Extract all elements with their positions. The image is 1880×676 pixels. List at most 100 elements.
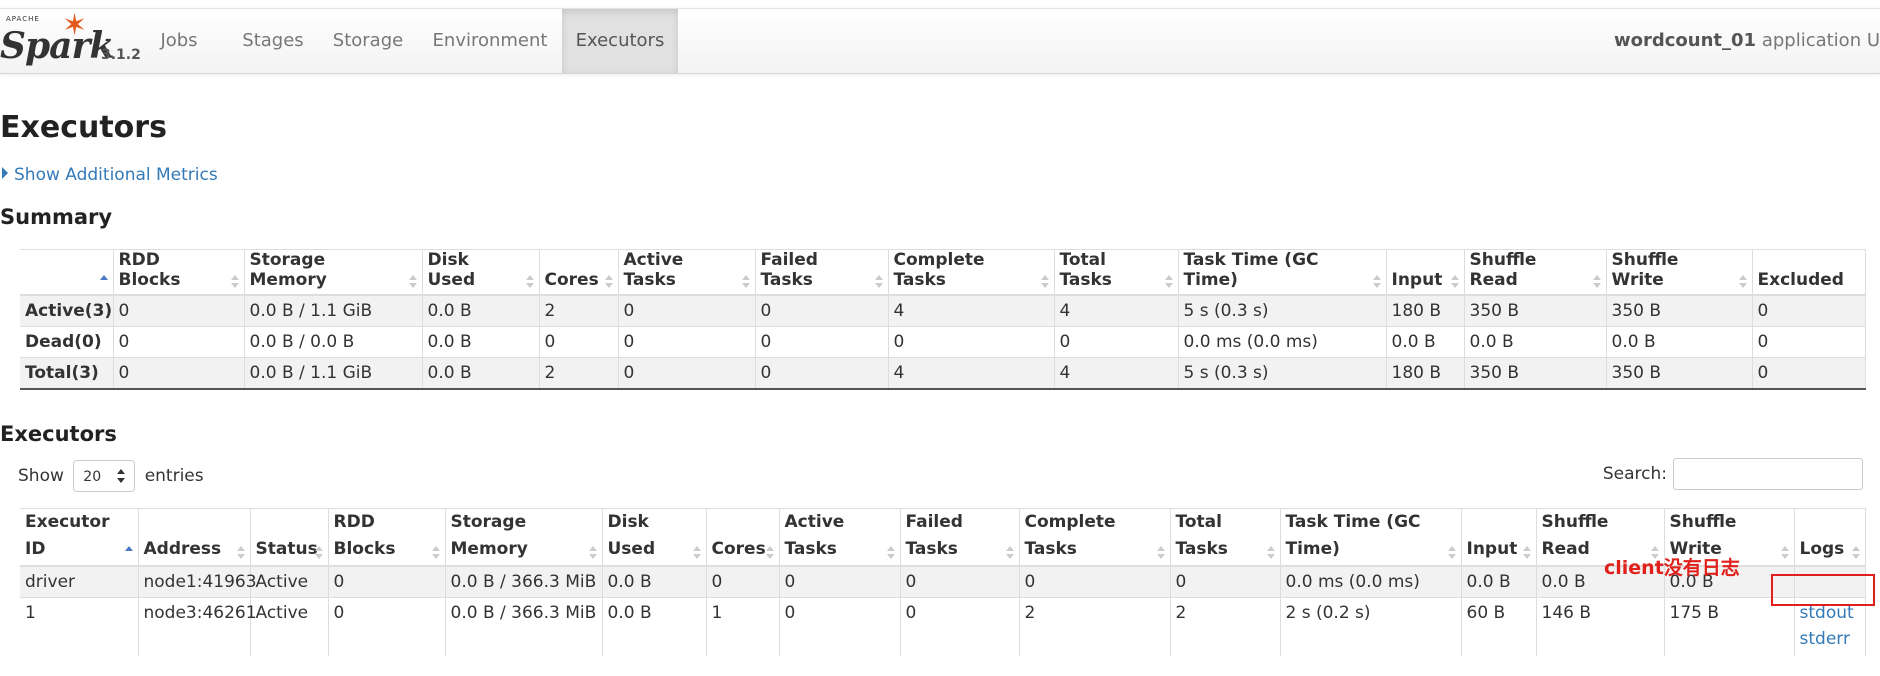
col-label: Task Time (GC Time) <box>1183 250 1319 290</box>
col-label: Shuffle Write <box>1611 250 1679 290</box>
app-name: wordcount_01 <box>1614 30 1757 51</box>
table-cell: node3:46261 <box>138 597 257 656</box>
table-cell: node1:41963 <box>138 565 257 598</box>
entries-label: entries <box>144 466 204 486</box>
table-cell: 180 B <box>1386 294 1465 327</box>
summary-col-total-tasks[interactable]: Total Tasks <box>1054 249 1179 296</box>
table-row: Dead(0) 0 0.0 B / 0.0 B 0.0 B 0 0 0 0 0 … <box>20 326 1866 358</box>
stdout-link[interactable]: stdout <box>1800 603 1854 623</box>
table-cell: 2 <box>1170 597 1281 656</box>
table-cell: 0.0 B / 1.1 GiB <box>244 357 423 390</box>
sort-asc-icon <box>99 275 108 289</box>
sort-icon <box>692 546 701 560</box>
sort-icon <box>1266 546 1275 560</box>
show-additional-metrics-link[interactable]: Show Additional Metrics <box>2 165 218 185</box>
exec-col-executor-id[interactable]: Executor ID <box>20 508 139 567</box>
sort-icon <box>1592 275 1601 289</box>
summary-header-row: RDD Blocks Storage Memory Disk Used Core… <box>20 249 1866 296</box>
table-cell: 0 <box>1019 565 1171 598</box>
col-label: Storage Memory <box>249 250 327 290</box>
summary-col-task-time[interactable]: Task Time (GC Time) <box>1178 249 1387 296</box>
col-label: Shuffle Read <box>1541 512 1609 559</box>
sort-icon <box>230 275 239 289</box>
exec-col-status[interactable]: Status <box>250 508 329 567</box>
exec-col-total-tasks[interactable]: Total Tasks <box>1170 508 1281 567</box>
table-cell: 0.0 B <box>602 597 707 656</box>
logs-cell: stdout stderr <box>1794 597 1866 656</box>
sort-icon <box>874 275 883 289</box>
exec-col-task-time[interactable]: Task Time (GC Time) <box>1280 508 1462 567</box>
exec-col-failed-tasks[interactable]: Failed Tasks <box>900 508 1020 567</box>
table-cell: 0.0 B <box>422 294 540 327</box>
entries-value: 20 <box>83 469 102 485</box>
table-cell: 0.0 B / 366.3 MiB <box>445 565 603 598</box>
table-cell: 0 <box>706 565 780 598</box>
sort-icon <box>1450 275 1459 289</box>
sort-icon <box>886 546 895 560</box>
sort-icon <box>1738 275 1747 289</box>
summary-col-blank[interactable] <box>20 249 114 296</box>
col-label: Total Tasks <box>1059 250 1112 290</box>
summary-col-cores[interactable]: Cores <box>539 249 619 296</box>
exec-col-storage-memory[interactable]: Storage Memory <box>445 508 603 567</box>
col-label: Logs <box>1799 539 1845 559</box>
table-cell: 4 <box>1054 357 1179 390</box>
search-input[interactable] <box>1673 458 1863 490</box>
tab-executors[interactable]: Executors <box>562 9 678 73</box>
summary-col-input[interactable]: Input <box>1386 249 1465 296</box>
spark-version: 3.1.2 <box>101 47 141 63</box>
table-cell: 0 <box>328 597 446 656</box>
summary-col-failed-tasks[interactable]: Failed Tasks <box>755 249 889 296</box>
table-cell: 0.0 B <box>1461 565 1537 598</box>
table-cell: 0.0 ms (0.0 ms) <box>1178 326 1387 358</box>
exec-col-disk-used[interactable]: Disk Used <box>602 508 707 567</box>
summary-col-rdd-blocks[interactable]: RDD Blocks <box>113 249 245 296</box>
exec-col-cores[interactable]: Cores <box>706 508 780 567</box>
table-cell: Active <box>250 597 329 656</box>
table-row: Total(3) 0 0.0 B / 1.1 GiB 0.0 B 2 0 0 4… <box>20 357 1866 390</box>
tab-stages[interactable]: Stages <box>236 9 310 73</box>
table-cell: 0.0 B <box>602 565 707 598</box>
top-navbar: APACHE ✶ Spark 3.1.2 Jobs Stages Storage… <box>0 8 1880 74</box>
summary-col-complete-tasks[interactable]: Complete Tasks <box>888 249 1055 296</box>
summary-col-storage-memory[interactable]: Storage Memory <box>244 249 423 296</box>
summary-col-shuffle-write[interactable]: Shuffle Write <box>1606 249 1753 296</box>
summary-col-shuffle-read[interactable]: Shuffle Read <box>1464 249 1607 296</box>
logo-spark-text: Spark <box>0 25 114 67</box>
summary-col-excluded[interactable]: Excluded <box>1752 249 1866 296</box>
tab-storage[interactable]: Storage <box>328 9 408 73</box>
tab-jobs[interactable]: Jobs <box>142 9 216 73</box>
table-cell: 2 <box>539 294 619 327</box>
col-label: Total Tasks <box>1175 512 1228 559</box>
table-cell: 0 <box>328 565 446 598</box>
col-label: RDD Blocks <box>118 250 181 290</box>
exec-col-complete-tasks[interactable]: Complete Tasks <box>1019 508 1171 567</box>
table-cell: 0 <box>755 326 889 358</box>
exec-col-address[interactable]: Address <box>138 508 251 567</box>
table-cell: 0.0 B <box>422 326 540 358</box>
spark-logo[interactable]: APACHE ✶ Spark 3.1.2 <box>0 11 141 71</box>
exec-col-input[interactable]: Input <box>1461 508 1537 567</box>
exec-col-rdd-blocks[interactable]: RDD Blocks <box>328 508 446 567</box>
summary-col-disk-used[interactable]: Disk Used <box>422 249 540 296</box>
exec-col-active-tasks[interactable]: Active Tasks <box>779 508 901 567</box>
table-cell: 0 <box>1752 326 1866 358</box>
tab-environment[interactable]: Environment <box>430 9 550 73</box>
exec-col-logs[interactable]: Logs <box>1794 508 1866 567</box>
table-cell: 0 <box>779 565 901 598</box>
sort-icon <box>525 275 534 289</box>
row-label: Total(3) <box>20 357 114 390</box>
table-row: 1 node3:46261 Active 0 0.0 B / 366.3 MiB… <box>20 597 1866 656</box>
col-label: Input <box>1391 270 1443 290</box>
entries-select[interactable]: 20 <box>73 460 136 492</box>
sort-icon <box>588 546 597 560</box>
col-label: Cores <box>544 270 599 290</box>
table-cell: 0 <box>113 357 245 390</box>
sort-icon <box>408 275 417 289</box>
col-label: Excluded <box>1757 270 1844 290</box>
summary-col-active-tasks[interactable]: Active Tasks <box>618 249 756 296</box>
stderr-link[interactable]: stderr <box>1800 629 1850 649</box>
table-cell: 4 <box>1054 294 1179 327</box>
table-cell: 0 <box>1170 565 1281 598</box>
sort-icon <box>236 546 245 560</box>
